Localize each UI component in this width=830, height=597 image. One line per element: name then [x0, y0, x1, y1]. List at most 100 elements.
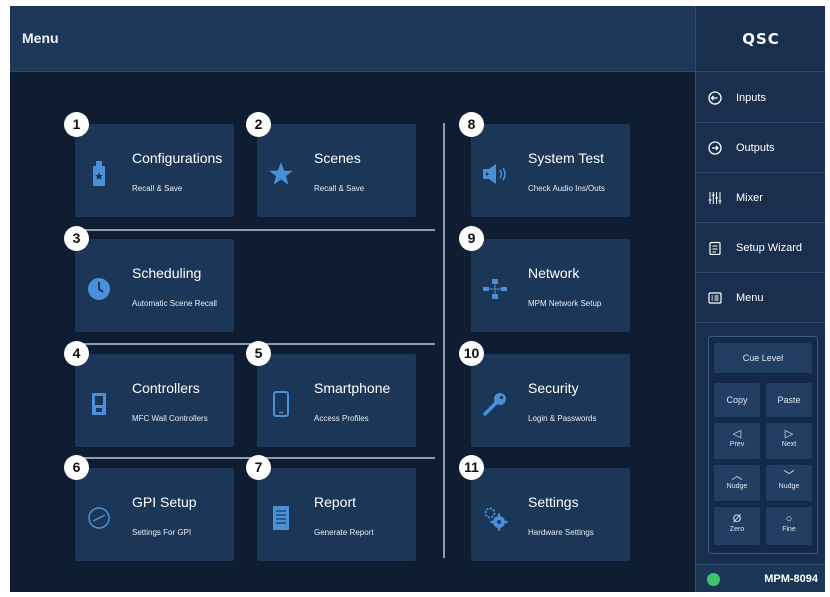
smartphone-icon — [267, 390, 295, 418]
logo-text: QSC — [742, 29, 780, 48]
tile-title: Scheduling — [132, 265, 202, 281]
tile-subtitle: Recall & Save — [314, 184, 365, 193]
tile-subtitle: Automatic Scene Recall — [132, 299, 217, 308]
fine-button[interactable]: ○ Fine — [766, 507, 812, 545]
paste-button[interactable]: Paste — [766, 383, 812, 417]
cue-panel: Cue Level Copy Paste ◁ Prev ▷ Next ︿ Nud… — [708, 336, 818, 554]
network-icon — [481, 275, 509, 303]
next-icon: ▷ — [784, 428, 794, 440]
status-bar: MPM-8094 — [696, 564, 825, 592]
column-divider — [443, 123, 445, 558]
device-model: MPM-8094 — [764, 573, 818, 585]
row-divider — [75, 229, 435, 231]
tile-system-test[interactable]: System Test Check Audio Ins/Outs — [471, 124, 630, 217]
tile-configurations[interactable]: Configurations Recall & Save — [75, 124, 234, 217]
sidebar-item-label: Outputs — [736, 141, 775, 154]
tile-title: Security — [528, 380, 579, 396]
chevron-up-icon: ︿ — [731, 470, 743, 482]
tile-number-badge: 6 — [64, 455, 89, 480]
tile-smartphone[interactable]: Smartphone Access Profiles — [257, 354, 416, 447]
tile-subtitle: MPM Network Setup — [528, 299, 602, 308]
menu-list-icon — [707, 290, 723, 306]
prev-label: Prev — [729, 441, 745, 448]
tile-title: Smartphone — [314, 380, 391, 396]
tile-subtitle: Check Audio Ins/Outs — [528, 184, 605, 193]
tile-number-badge: 8 — [459, 112, 484, 137]
tile-number-badge: 11 — [459, 455, 484, 480]
wifi-status-icon — [707, 573, 720, 586]
tile-title: System Test — [528, 150, 604, 166]
sidebar-item-label: Menu — [736, 291, 764, 304]
prev-button[interactable]: ◁ Prev — [714, 423, 760, 459]
tile-title: Report — [314, 494, 357, 510]
tile-controllers[interactable]: Controllers MFC Wall Controllers — [75, 354, 234, 447]
clock-icon — [85, 275, 113, 303]
prev-icon: ◁ — [732, 428, 742, 440]
zero-icon: Ø — [732, 513, 742, 525]
sidebar-item-setup-wizard[interactable]: Setup Wizard — [696, 223, 825, 273]
output-arrow-icon — [707, 140, 723, 156]
sidebar-item-label: Mixer — [736, 191, 763, 204]
menu-grid: Configurations Recall & Save 1 Scenes Re… — [10, 73, 695, 592]
star-icon — [267, 160, 295, 188]
sidebar-item-mixer[interactable]: Mixer — [696, 173, 825, 223]
speaker-icon — [481, 160, 509, 188]
gauge-icon — [85, 504, 113, 532]
fine-label: Fine — [782, 526, 796, 533]
next-button[interactable]: ▷ Next — [766, 423, 812, 459]
tile-title: Configurations — [132, 150, 223, 166]
input-arrow-icon — [707, 90, 723, 106]
usb-drive-icon — [85, 160, 113, 188]
document-icon — [267, 504, 295, 532]
tile-number-badge: 3 — [64, 226, 89, 251]
nudge-down-button[interactable]: ﹀ Nudge — [766, 465, 812, 501]
tile-gpi-setup[interactable]: GPI Setup Settings For GPI — [75, 468, 234, 561]
brand-logo: QSC — [696, 6, 825, 72]
nudge-up-button[interactable]: ︿ Nudge — [714, 465, 760, 501]
tile-number-badge: 5 — [246, 341, 271, 366]
zero-button[interactable]: Ø Zero — [714, 507, 760, 545]
tile-number-badge: 10 — [459, 341, 484, 366]
mixer-faders-icon — [707, 190, 723, 206]
gears-icon — [481, 504, 509, 532]
tile-subtitle: MFC Wall Controllers — [132, 414, 208, 423]
tile-number-badge: 1 — [64, 112, 89, 137]
tile-subtitle: Login & Passwords — [528, 414, 597, 423]
key-icon — [481, 390, 509, 418]
page-title: Menu — [22, 30, 59, 46]
sidebar-item-menu[interactable]: Menu — [696, 273, 825, 323]
cue-level-button[interactable]: Cue Level — [714, 343, 812, 373]
tile-title: Network — [528, 265, 580, 281]
tile-title: Settings — [528, 494, 579, 510]
tile-subtitle: Hardware Settings — [528, 528, 594, 537]
tile-subtitle: Settings For GPI — [132, 528, 192, 537]
tile-title: GPI Setup — [132, 494, 197, 510]
header-bar: Menu — [10, 6, 695, 72]
tile-number-badge: 4 — [64, 341, 89, 366]
tile-scheduling[interactable]: Scheduling Automatic Scene Recall — [75, 239, 234, 332]
nudge-down-label: Nudge — [778, 483, 800, 490]
tile-settings[interactable]: Settings Hardware Settings — [471, 468, 630, 561]
nudge-up-label: Nudge — [726, 483, 748, 490]
wall-controller-icon — [85, 390, 113, 418]
tile-subtitle: Access Profiles — [314, 414, 369, 423]
tile-subtitle: Generate Report — [314, 528, 374, 537]
tile-security[interactable]: Security Login & Passwords — [471, 354, 630, 447]
sidebar-item-outputs[interactable]: Outputs — [696, 123, 825, 173]
app-screen: Menu Configurations Recall & Save 1 Scen… — [10, 6, 825, 592]
fine-icon: ○ — [785, 513, 793, 525]
sidebar-item-inputs[interactable]: Inputs — [696, 73, 825, 123]
zero-label: Zero — [729, 526, 745, 533]
copy-button[interactable]: Copy — [714, 383, 760, 417]
sidebar-item-label: Setup Wizard — [736, 241, 803, 254]
clipboard-icon — [707, 240, 723, 256]
tile-subtitle: Recall & Save — [132, 184, 183, 193]
tile-scenes[interactable]: Scenes Recall & Save — [257, 124, 416, 217]
tile-network[interactable]: Network MPM Network Setup — [471, 239, 630, 332]
chevron-down-icon: ﹀ — [783, 470, 795, 482]
next-label: Next — [781, 441, 797, 448]
tile-number-badge: 9 — [459, 226, 484, 251]
tile-number-badge: 2 — [246, 112, 271, 137]
tile-title: Controllers — [132, 380, 200, 396]
tile-report[interactable]: Report Generate Report — [257, 468, 416, 561]
